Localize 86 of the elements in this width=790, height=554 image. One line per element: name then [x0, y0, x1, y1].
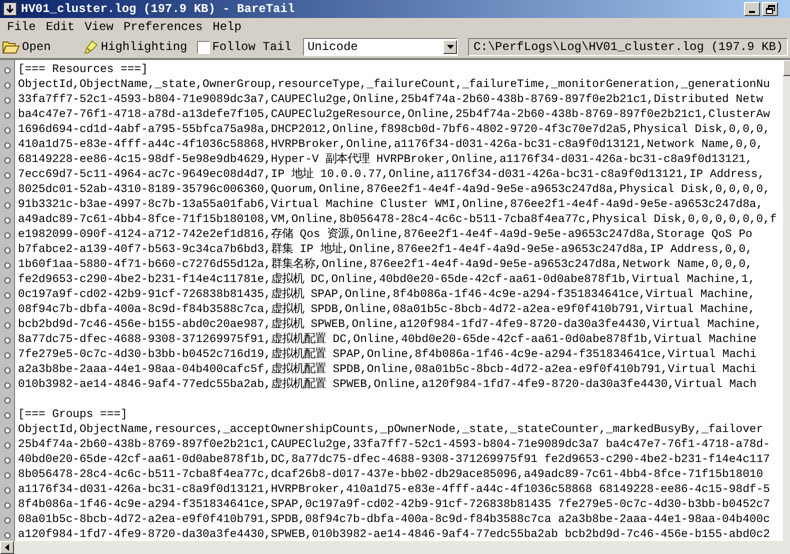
log-line: 8a77dc75-dfec-4688-9308-371269975f91,虚拟机配置 DC,Online,40bd0e20-65de-42cf-aa61-0d0abe878f1b,Virtual Machine — [18, 334, 757, 346]
log-line: [=== Groups ===] — [18, 409, 128, 421]
log-line: 010b3982-ae14-4846-9af4-77edc55ba2ab,虚拟机配置 SPWEB,Online,a120f984-1fd7-4fe9-8720-da30a3fe4430,Virtual Mach — [18, 379, 757, 391]
log-line: 40bd0e20-65de-42cf-aa61-0d0abe878f1b,DC,8a77dc75-dfec-4688-9308-371269975f91 fe2d9653-c290-4be2-b231-f14e4c117 — [18, 454, 770, 466]
line-marker-icon — [4, 157, 10, 164]
log-line: 33fa7ff7-52c1-4593-b804-71e9089dc3a7,CAUPEClu2ge,Online,25b4f74a-2b60-438b-8769-897f0e2b21c1,Distributed Netw — [18, 94, 764, 106]
line-marker-icon — [4, 262, 10, 269]
left-arrow-icon — [5, 544, 9, 551]
menu-item[interactable]: Preferences — [118, 20, 208, 34]
log-line: 1b60f1aa-5880-4f71-b660-c7276d55d12a,群集名称,Online,876ee2f1-4e4f-4a9d-9e5e-a9653c247d8a,Network Name,0,0,0, — [18, 259, 752, 271]
line-marker-icon — [4, 307, 10, 314]
log-line: 08f94c7b-dbfa-400a-8c9d-f84b3588c7ca,虚拟机 SPDB,Online,08a01b5c-8bcb-4d72-a2ea-e9f0f410b791,Virtual Machine, — [18, 304, 756, 316]
line-marker-icon — [4, 487, 10, 494]
line-marker-icon — [4, 187, 10, 194]
line-marker-icon — [4, 247, 10, 254]
line-marker-icon — [4, 532, 10, 539]
horizontal-scrollbar[interactable] — [0, 541, 790, 554]
log-line: a2a3b8be-2aaa-44e1-98aa-04b400cafc5f,虚拟机配置 SPDB,Online,08a01b5c-8bcb-4d72-a2ea-e9f0f410b791,Virtual Machi — [18, 364, 757, 376]
line-marker-icon — [4, 442, 10, 449]
minimize-button[interactable] — [744, 2, 760, 16]
log-line: 1696d694-cd1d-4abf-a795-55bfca75a98a,DHCP2012,Online,f898cb0d-7bf6-4802-9720-4f3c70e7d2a5,Physical Disk,0,0,0, — [18, 124, 770, 136]
log-line: 7fe279e5-0c7c-4d30-b3bb-b0452c716d19,虚拟机配置 SPAP,Online,8f4b086a-1f46-4c9e-a294-f351834641ce,Virtual Machi — [18, 349, 757, 361]
follow-tail-checkbox[interactable] — [197, 40, 210, 54]
log-line: ObjectId,ObjectName,resources,_acceptOwnershipCounts,_pOwnerNode,_state,_stateCounter,_markedBusyBy,_failover — [18, 424, 764, 436]
scroll-left-button[interactable] — [0, 541, 14, 554]
line-marker-icon — [4, 367, 10, 374]
line-marker-icon — [4, 322, 10, 329]
line-marker-icon — [4, 142, 10, 149]
line-marker-icon — [4, 202, 10, 209]
line-marker-icon — [4, 517, 10, 524]
folder-icon — [2, 40, 20, 54]
highlighting-button[interactable]: Highlighting — [82, 40, 192, 54]
window-title: HV01_cluster.log (197.9 KB) - BareTail — [21, 2, 296, 16]
line-marker-icon — [4, 112, 10, 119]
follow-tail-label[interactable]: Follow Tail — [212, 40, 292, 54]
line-marker-icon — [4, 412, 10, 419]
line-marker-icon — [4, 67, 10, 74]
line-marker-icon — [4, 352, 10, 359]
dropdown-arrow-icon — [446, 45, 454, 49]
log-line: a49adc89-7c61-4bb4-8fce-71f15b180108,VM,Online,8b056478-28c4-4c6c-b511-7cba8f4ea77c,Physical Disk,0,0,0,0,0,0,f — [18, 214, 777, 226]
line-marker-icon — [4, 502, 10, 509]
open-button[interactable]: Open — [2, 40, 55, 54]
menu-item[interactable]: View — [80, 20, 118, 34]
line-marker-icon — [4, 397, 10, 404]
log-line: fe2d9653-c290-4be2-b231-f14e4c11781e,虚拟机 DC,Online,40bd0e20-65de-42cf-aa61-0d0abe878f1b,Virtual Machine,1, — [18, 274, 756, 286]
log-line: b7fabce2-a139-40f7-b563-9c34ca7b6bd3,群集 IP 地址,Online,876ee2f1-4e4f-4a9d-9e5e-a9653c247d8a,IP Address,0,0, — [18, 244, 752, 256]
log-line: a120f984-1fd7-4fe9-8720-da30a3fe4430,SPWEB,010b3982-ae14-4846-9af4-77edc55ba2ab bcb2bd9d-7c46-456e-b155-abd0c2 — [18, 529, 770, 541]
line-marker-icon — [4, 427, 10, 434]
log-line: 08a01b5c-8bcb-4d72-a2ea-e9f0f410b791,SPDB,08f94c7b-dbfa-400a-8c9d-f84b3588c7ca a2a3b8be-2aaa-44e1-98aa-04b400c — [18, 514, 770, 526]
vertical-scrollbar[interactable] — [783, 60, 790, 541]
log-line: 8b056478-28c4-4c6c-b511-7cba8f4ea77c,dcaf26b8-d017-437e-bb02-db29ace85096,a49adc89-7c61-4bb4-8fce-71f15b18010 — [18, 469, 764, 481]
log-line: 8f4b086a-1f46-4c9e-a294-f351834641ce,SPAP,0c197a9f-cd02-42b9-91cf-726838b81435 7fe279e5-0c7c-4d30-b3bb-b0452c7 — [18, 499, 770, 511]
app-icon — [3, 2, 17, 16]
log-line: a1176f34-d031-426a-bc31-c8a9f0d13121,HVRPBroker,410a1d75-e83e-4fff-a44c-4f1036c58868 68149228-ee86-4c15-98df-5 — [18, 484, 770, 496]
line-marker-icon — [4, 277, 10, 284]
line-marker-icon — [4, 472, 10, 479]
line-marker-icon — [4, 127, 10, 134]
file-path-field: C:\PerfLogs\Log\HV01_cluster.log (197.9 KB) — [468, 38, 788, 56]
log-line: 25b4f74a-2b60-438b-8769-897f0e2b21c1,CAUPEClu2ge,33fa7ff7-52c1-4593-b804-71e9089dc3a7 ba4c47e7-76f1-4718-a78d- — [18, 439, 770, 451]
line-marker-icon — [4, 82, 10, 89]
line-marker-icon — [4, 382, 10, 389]
log-line: 7ecc69d7-5c11-4964-ac7c-9649ec08d4d7,IP 地址 10.0.0.77,Online,a1176f34-d031-426a-bc31-c8a9f0d13121,IP Address, — [18, 169, 765, 181]
log-line: [=== Resources ===] — [18, 64, 148, 76]
line-marker-icon — [4, 457, 10, 464]
log-line: e1982099-090f-4124-a712-742e2ef1d816,存储 Qos 资源,Online,876ee2f1-4e4f-4a9d-9e5e-a9653c247d8a,Storage QoS Po — [18, 229, 752, 241]
line-marker-icon — [4, 337, 10, 344]
line-marker-icon — [4, 217, 10, 224]
restore-button[interactable] — [762, 2, 778, 16]
log-line: bcb2bd9d-7c46-456e-b155-abd0c20ae987,虚拟机 SPWEB,Online,a120f984-1fd7-4fe9-8720-da30a3fe4430,Virtual Machine, — [18, 319, 762, 331]
log-line: 91b3321c-b3ae-4997-8c7b-13a55a01fab6,Virtual Machine Cluster WMI,Online,876ee2f1-4e4f-4a9d-9e5e-a9653c247d8a, — [18, 199, 764, 211]
line-marker-icon — [4, 172, 10, 179]
log-line: 410a1d75-e83e-4fff-a44c-4f1036c58868,HVRPBroker,Online,a1176f34-d031-426a-bc31-c8a9f0d13121,Network Name,0,0, — [18, 139, 764, 151]
menu-item[interactable]: Edit — [40, 20, 80, 34]
line-marker-icon — [4, 97, 10, 104]
log-line: ba4c47e7-76f1-4718-a78d-a13defe7f105,CAUPEClu2geResource,Online,25b4f74a-2b60-438b-8769-897f0e2b21c1,ClusterAw — [18, 109, 770, 121]
log-line: 68149228-ee86-4c15-98df-5e98e9db4629,Hyper-V 副本代理 HVRPBroker,Online,a1176f34-d031-426a-bc31-c8a9f0d13121, — [18, 154, 752, 166]
log-line: ObjectId,ObjectName,_state,OwnerGroup,resourceType,_failureCount,_failureTime,_monitorGeneration,_generationNu — [18, 79, 770, 91]
log-line: 8025dc01-52ab-4310-8189-35796c006360,Quorum,Online,876ee2f1-4e4f-4a9d-9e5e-a9653c247d8a,Physical Disk,0,0,0,0, — [18, 184, 770, 196]
restore-icon — [766, 4, 774, 14]
highlighter-icon — [82, 40, 99, 54]
line-marker-icon — [4, 232, 10, 239]
log-line: 0c197a9f-cd02-42b9-91cf-726838b81435,虚拟机 SPAP,Online,8f4b086a-1f46-4c9e-a294-f351834641ce,Virtual Machine, — [18, 289, 756, 301]
encoding-dropdown[interactable]: Unicode — [303, 38, 458, 56]
menu-item[interactable]: Help — [208, 20, 246, 34]
line-marker-icon — [4, 292, 10, 299]
menu-item[interactable]: File — [2, 20, 41, 34]
